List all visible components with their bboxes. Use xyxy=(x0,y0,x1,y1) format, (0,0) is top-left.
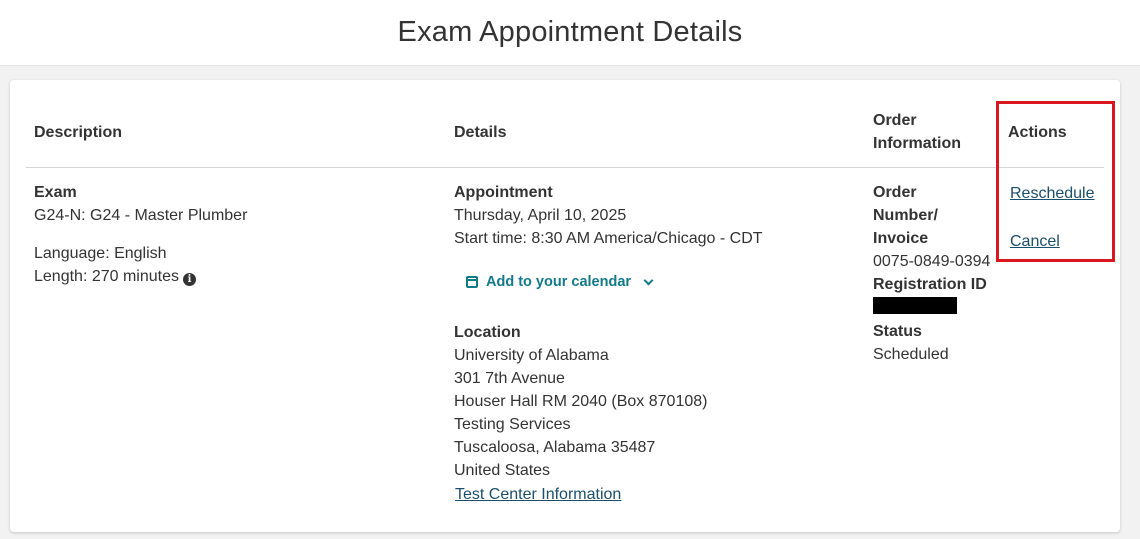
order-number: 0075-0849-0394 xyxy=(873,253,991,270)
exam-length-row: Length: 270 minutes i xyxy=(34,265,247,288)
status-value: Scheduled xyxy=(873,346,949,363)
location-label: Location xyxy=(454,324,521,341)
column-header-description: Description xyxy=(34,124,123,141)
description-cell: Exam G24-N: G24 - Master Plumber Languag… xyxy=(34,181,247,288)
column-header-order-information: Order Information xyxy=(873,109,961,155)
appointment-card: Description Details Order Information Ac… xyxy=(10,80,1120,532)
page-title: Exam Appointment Details xyxy=(397,16,743,48)
add-to-calendar-button[interactable]: Add to your calendar xyxy=(466,274,654,290)
location-line: Houser Hall RM 2040 (Box 870108) xyxy=(454,393,708,410)
chevron-down-icon xyxy=(643,275,654,285)
info-icon[interactable]: i xyxy=(183,273,196,286)
order-label-line3: Invoice xyxy=(873,230,929,247)
test-center-information-link[interactable]: Test Center Information xyxy=(455,483,707,506)
actions-highlight-box xyxy=(996,101,1115,262)
order-cell: Order Number/ Invoice 0075-0849-0394 Reg… xyxy=(873,181,990,366)
registration-id-label: Registration ID xyxy=(873,276,987,293)
location-line: University of Alabama xyxy=(454,347,609,364)
page-header: Exam Appointment Details xyxy=(0,0,1140,66)
location-block: Location University of Alabama 301 7th A… xyxy=(454,321,707,506)
column-header-order-line1: Order xyxy=(873,112,917,129)
status-label: Status xyxy=(873,323,922,340)
appointment-date: Thursday, April 10, 2025 xyxy=(454,207,627,224)
add-to-calendar-label: Add to your calendar xyxy=(486,274,632,290)
location-line: United States xyxy=(454,462,551,479)
exam-language: Language: English xyxy=(34,245,167,262)
location-line: Tuscaloosa, Alabama 35487 xyxy=(454,439,656,456)
exam-label: Exam xyxy=(34,184,77,201)
exam-name: G24-N: G24 - Master Plumber xyxy=(34,207,248,224)
header-divider xyxy=(26,167,1104,168)
appointment-start-time: Start time: 8:30 AM America/Chicago - CD… xyxy=(454,230,763,247)
calendar-icon xyxy=(466,276,478,288)
exam-length: Length: 270 minutes xyxy=(34,268,179,285)
column-header-order-line2: Information xyxy=(873,135,961,152)
details-cell: Appointment Thursday, April 10, 2025 Sta… xyxy=(454,181,763,250)
location-line: Testing Services xyxy=(454,416,571,433)
registration-id-redacted xyxy=(873,297,957,314)
order-label-line2: Number/ xyxy=(873,207,938,224)
column-header-details: Details xyxy=(454,124,507,141)
location-line: 301 7th Avenue xyxy=(454,370,565,387)
appointment-label: Appointment xyxy=(454,184,553,201)
order-label-line1: Order xyxy=(873,184,917,201)
